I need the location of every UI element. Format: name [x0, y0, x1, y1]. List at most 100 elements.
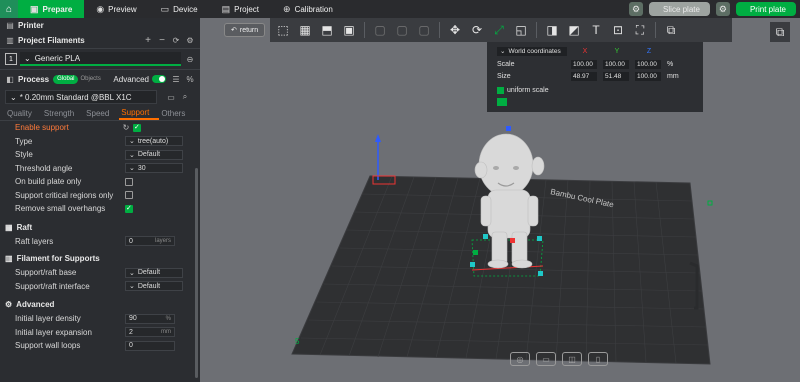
- initial-layer-density-input[interactable]: 90%: [125, 313, 175, 324]
- critical-regions-label: Support critical regions only: [15, 190, 114, 200]
- tab-others[interactable]: Others: [159, 106, 195, 120]
- cut-icon[interactable]: ◨: [543, 21, 561, 39]
- rotate-icon[interactable]: ⟳: [468, 21, 486, 39]
- filament-icon: ▥: [6, 35, 14, 45]
- divider: [439, 22, 440, 38]
- chevron-down-icon: ⌄: [500, 48, 506, 55]
- tab-preview[interactable]: ◉ Preview: [84, 0, 148, 18]
- add-object-icon[interactable]: ⬚: [274, 21, 292, 39]
- search-icon[interactable]: ⌕: [180, 92, 190, 102]
- plate-number: 5: [295, 337, 300, 346]
- tab-strength[interactable]: Strength: [42, 106, 84, 120]
- add-icon[interactable]: +: [143, 35, 153, 46]
- settings-icon[interactable]: ⚙: [185, 36, 195, 45]
- tab-support[interactable]: Support: [119, 106, 160, 120]
- orient-icon[interactable]: ⬒: [318, 21, 336, 39]
- paste-icon[interactable]: ▢: [393, 21, 411, 39]
- filament-row: 1 ⌄ Generic PLA ⊖: [0, 49, 200, 69]
- filament-edit-icon[interactable]: ⊖: [185, 55, 195, 64]
- view-controls: ⧉: [770, 22, 790, 42]
- filament-dropdown[interactable]: ⌄ Generic PLA: [20, 52, 181, 66]
- support-wall-loops-label: Support wall loops: [15, 341, 81, 351]
- tab-device[interactable]: ▭ Device: [149, 0, 210, 18]
- scale-z-input[interactable]: 100.00: [635, 59, 661, 69]
- support-type-select[interactable]: ⌄ tree(auto): [125, 136, 183, 147]
- scale-icon[interactable]: ⤢: [490, 21, 508, 39]
- view-settings-icon[interactable]: ⧉: [770, 22, 790, 42]
- sync-icon[interactable]: ⟳: [171, 36, 181, 45]
- tab-prepare[interactable]: ▣ Prepare: [18, 0, 85, 18]
- arrange-icon[interactable]: ▦: [296, 21, 314, 39]
- scale-handle[interactable]: [538, 271, 543, 276]
- chevron-down-icon: ⌄: [129, 165, 135, 173]
- scale-y-input[interactable]: 100.00: [603, 59, 629, 69]
- threshold-angle-label: Threshold angle: [15, 163, 73, 173]
- delete-icon[interactable]: ▢: [415, 21, 433, 39]
- remove-icon[interactable]: −: [157, 35, 167, 46]
- sidebar-scrollbar[interactable]: [195, 168, 198, 378]
- view-front-icon[interactable]: ◫: [562, 352, 582, 366]
- percent-icon[interactable]: %: [185, 75, 195, 84]
- scale-handle[interactable]: [483, 234, 488, 239]
- x-handle[interactable]: [510, 238, 515, 243]
- view-top-icon[interactable]: ▭: [536, 352, 556, 366]
- copy-icon[interactable]: ▢: [371, 21, 389, 39]
- size-y-input[interactable]: 51.48: [603, 71, 629, 81]
- move-icon[interactable]: ✥: [446, 21, 464, 39]
- tab-project[interactable]: ▤ Project: [210, 0, 271, 18]
- z-handle[interactable]: [506, 126, 511, 131]
- home-icon[interactable]: ⌂: [0, 0, 18, 18]
- support-style-select[interactable]: ⌄ Default: [125, 149, 183, 160]
- advanced-toggle[interactable]: [152, 75, 166, 83]
- support-wall-loops-input[interactable]: 0: [125, 340, 175, 351]
- global-toggle[interactable]: Global: [53, 74, 79, 84]
- slice-plate-button[interactable]: Slice plate: [649, 2, 710, 16]
- scale-handle[interactable]: [470, 262, 475, 267]
- 3d-viewport[interactable]: Bambu Cool Plate 5 ↶ return ⬚ ▦ ⬒ ▣ ▢ ▢ …: [200, 18, 800, 382]
- measure-icon[interactable]: ⊡: [609, 21, 627, 39]
- print-plate-button[interactable]: Print plate: [735, 2, 796, 16]
- scale-handle[interactable]: [537, 236, 542, 241]
- coordinate-mode-select[interactable]: ⌄ World coordinates: [497, 46, 567, 56]
- lay-on-face-icon[interactable]: ◱: [512, 21, 530, 39]
- tab-speed[interactable]: Speed: [84, 106, 119, 120]
- support-type-label: Type: [15, 136, 33, 146]
- threshold-angle-input[interactable]: ⌄ 30: [125, 163, 183, 174]
- support-interface-select[interactable]: ⌄ Default: [125, 281, 183, 292]
- remove-small-overhangs-checkbox[interactable]: [125, 204, 133, 213]
- explode-icon[interactable]: ⧉: [662, 21, 680, 39]
- build-plate-only-checkbox[interactable]: [125, 177, 133, 186]
- text-icon[interactable]: T: [587, 21, 605, 39]
- save-icon[interactable]: ▭: [166, 93, 176, 102]
- uniform-scale-checkbox[interactable]: [497, 86, 504, 94]
- support-interface-label: Support/raft interface: [15, 281, 90, 291]
- plate-icon[interactable]: ▣: [340, 21, 358, 39]
- process-tabs: Quality Strength Speed Support Others: [0, 106, 200, 120]
- y-handle[interactable]: [473, 250, 478, 255]
- reset-icon[interactable]: ↻: [121, 123, 131, 132]
- return-button[interactable]: ↶ return: [224, 23, 266, 37]
- view-side-icon[interactable]: ▯: [588, 352, 608, 366]
- tab-quality[interactable]: Quality: [5, 106, 42, 120]
- critical-regions-checkbox[interactable]: [125, 191, 133, 200]
- size-x-input[interactable]: 48.97: [571, 71, 597, 81]
- process-preset-dropdown[interactable]: ⌄ * 0.20mm Standard @BBL X1C: [5, 90, 157, 104]
- apply-icon[interactable]: [497, 98, 507, 106]
- objects-toggle[interactable]: Objects: [80, 76, 100, 82]
- raft-header: Raft: [16, 222, 33, 232]
- size-z-input[interactable]: 100.00: [635, 71, 661, 81]
- raft-layers-input[interactable]: 0 layers: [125, 236, 175, 247]
- enable-support-checkbox[interactable]: [133, 123, 141, 132]
- printer-header[interactable]: Printer: [18, 21, 44, 30]
- slice-settings-icon[interactable]: ⚙: [629, 2, 644, 16]
- support-base-select[interactable]: ⌄ Default: [125, 267, 183, 278]
- compare-icon[interactable]: ☰: [171, 75, 181, 84]
- x-axis-label: X: [582, 47, 588, 55]
- view-iso-icon[interactable]: ◎: [510, 352, 530, 366]
- support-paint-icon[interactable]: ◩: [565, 21, 583, 39]
- scale-x-input[interactable]: 100.00: [571, 59, 597, 69]
- print-settings-icon[interactable]: ⚙: [715, 2, 730, 16]
- initial-layer-expansion-input[interactable]: 2 mm: [125, 327, 175, 338]
- assembly-icon[interactable]: ⛶: [631, 21, 649, 39]
- tab-calibration[interactable]: ⊕ Calibration: [271, 0, 345, 18]
